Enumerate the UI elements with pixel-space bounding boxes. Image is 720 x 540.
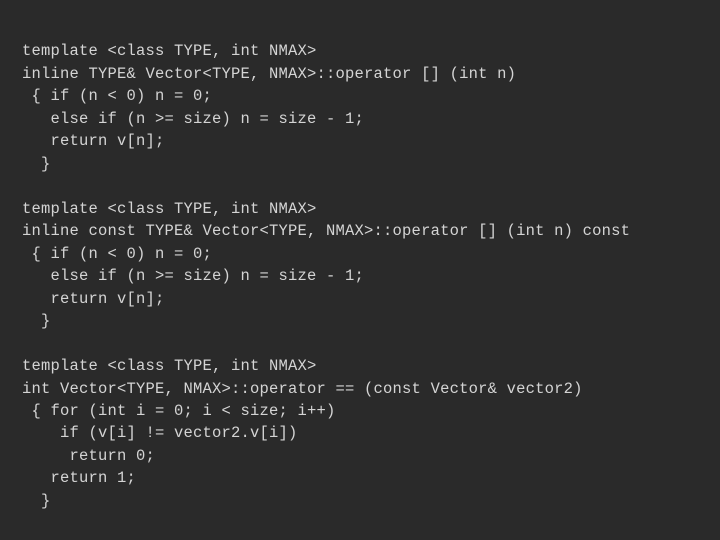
code-line: template <class TYPE, int NMAX>: [22, 200, 317, 218]
code-line: return 0;: [22, 447, 155, 465]
code-line: inline const TYPE& Vector<TYPE, NMAX>::o…: [22, 222, 630, 240]
code-line: { for (int i = 0; i < size; i++): [22, 402, 336, 420]
code-line: else if (n >= size) n = size - 1;: [22, 110, 364, 128]
code-block: template <class TYPE, int NMAX> inline T…: [0, 0, 720, 530]
code-line: { if (n < 0) n = 0;: [22, 245, 212, 263]
code-line: return 1;: [22, 469, 136, 487]
code-line: if (v[i] != vector2.v[i]): [22, 424, 298, 442]
code-line: return v[n];: [22, 132, 165, 150]
code-line: template <class TYPE, int NMAX>: [22, 357, 317, 375]
code-line: else if (n >= size) n = size - 1;: [22, 267, 364, 285]
code-line: return v[n];: [22, 290, 165, 308]
code-line: inline TYPE& Vector<TYPE, NMAX>::operato…: [22, 65, 516, 83]
code-line: template <class TYPE, int NMAX>: [22, 42, 317, 60]
code-line: }: [22, 312, 51, 330]
code-line: int Vector<TYPE, NMAX>::operator == (con…: [22, 380, 583, 398]
code-line: { if (n < 0) n = 0;: [22, 87, 212, 105]
code-line: }: [22, 492, 51, 510]
code-line: }: [22, 155, 51, 173]
